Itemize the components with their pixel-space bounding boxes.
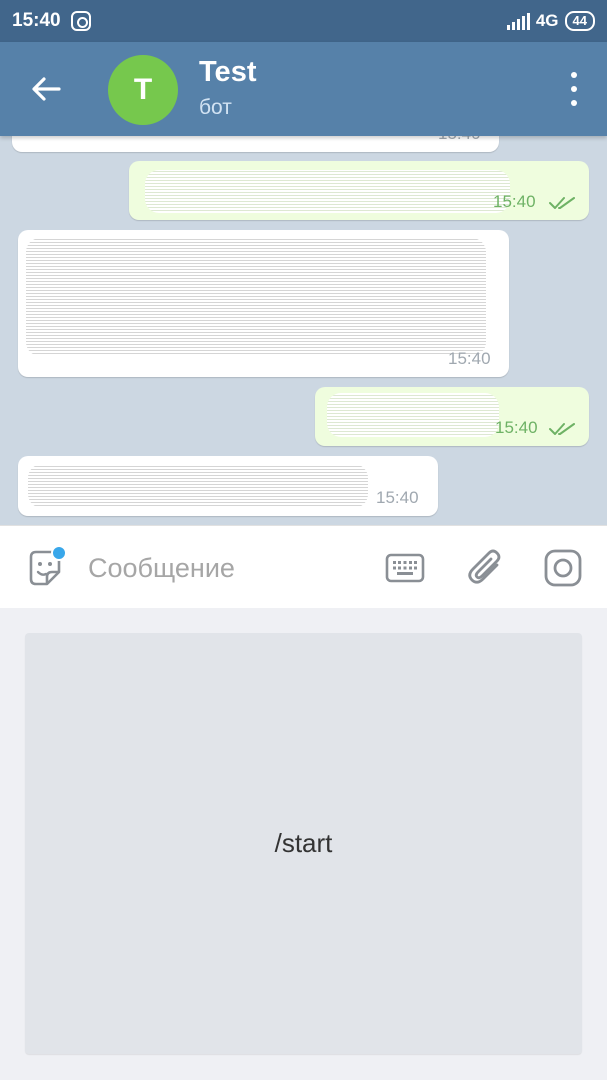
chat-title[interactable]: Test [199, 56, 256, 89]
redacted-text [26, 238, 486, 356]
redacted-text [145, 170, 510, 213]
more-dot-icon [571, 72, 577, 78]
bot-command-button-start[interactable]: /start [25, 633, 582, 1054]
message-time: 15:40 [376, 488, 419, 507]
message-time: 15:40 [448, 349, 491, 368]
more-dot-icon [571, 86, 577, 92]
chat-header: T Test бот [0, 42, 607, 136]
network-type: 4G [535, 11, 559, 30]
redacted-text [327, 393, 499, 437]
signal-icon [506, 12, 530, 30]
back-arrow-icon [32, 77, 61, 101]
message-time: 15:40 [495, 418, 538, 437]
bot-keyboard: /start [0, 608, 607, 1080]
avatar[interactable]: T [108, 55, 178, 125]
attach-button[interactable] [464, 546, 508, 590]
back-button[interactable] [22, 67, 70, 111]
read-checkmarks-icon [549, 197, 575, 209]
status-indicators: 4G 44 [506, 11, 595, 31]
more-options-button[interactable] [565, 72, 583, 106]
message-bubble[interactable]: 15:40 [18, 230, 509, 377]
battery-icon: 44 [564, 11, 595, 31]
message-bubble[interactable]: 15:40 [18, 456, 438, 516]
message-time: 15:40 [493, 192, 536, 211]
instagram-notification-icon [70, 11, 91, 31]
camera-icon [544, 549, 582, 587]
chat-area[interactable]: 15:40 15:40 15:40 15:40 15:40 [0, 136, 607, 525]
avatar-letter: T [133, 73, 153, 106]
new-stickers-badge [51, 545, 67, 561]
redacted-text [28, 464, 368, 508]
battery-level: 44 [572, 13, 587, 28]
message-time: 15:40 [438, 136, 481, 144]
keyboard-icon [385, 553, 425, 583]
more-dot-icon [571, 100, 577, 106]
message-bubble[interactable]: 15:40 [129, 161, 589, 220]
message-composer [0, 525, 607, 608]
paperclip-icon [468, 549, 501, 584]
chat-subtitle: бот [199, 96, 232, 119]
keyboard-toggle-button[interactable] [383, 546, 427, 590]
message-input[interactable] [88, 550, 368, 586]
status-bar: 15:40 4G 44 [0, 0, 607, 42]
status-time: 15:40 [12, 10, 61, 31]
read-checkmarks-icon [549, 423, 575, 435]
message-bubble[interactable]: 15:40 [12, 136, 499, 152]
message-bubble[interactable]: 15:40 [315, 387, 589, 446]
camera-button[interactable] [541, 546, 585, 590]
